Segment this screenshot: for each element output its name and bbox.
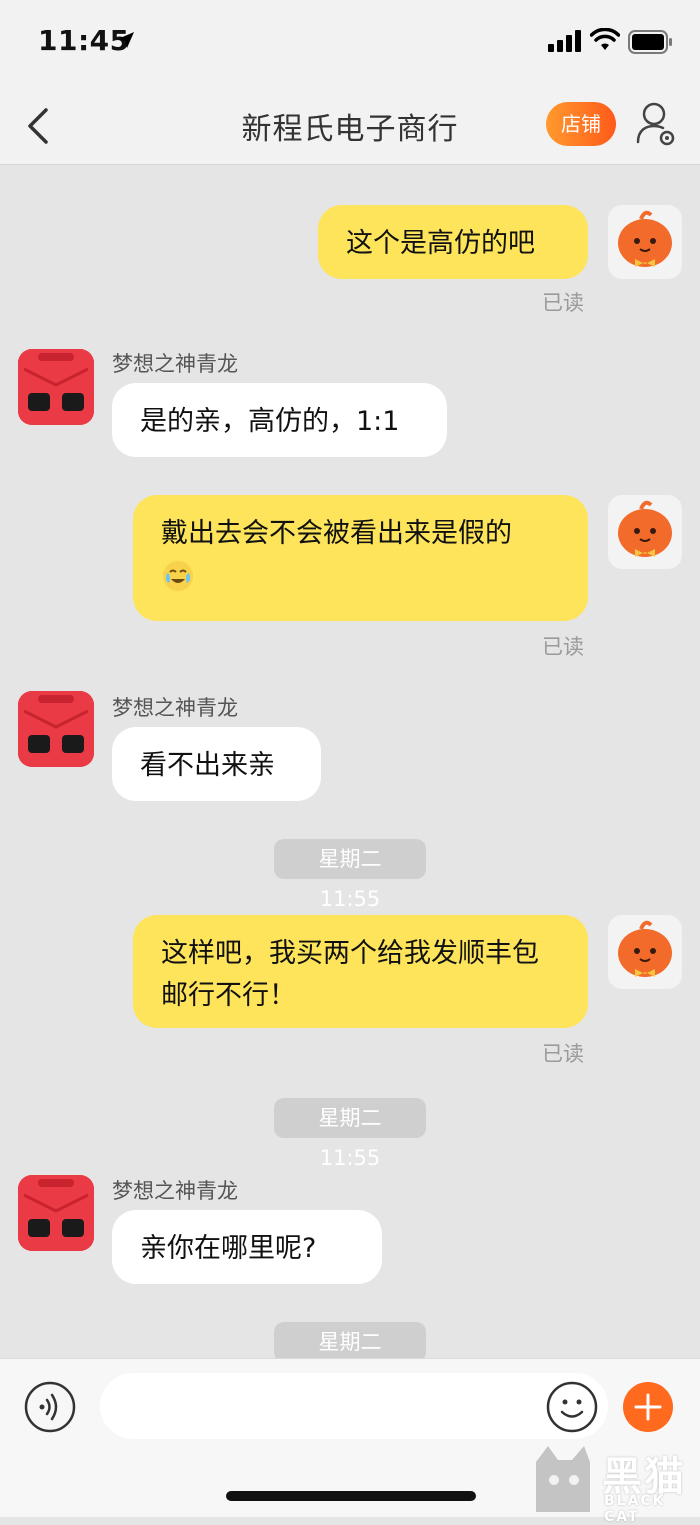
home-indicator — [226, 1491, 476, 1501]
product-avatar-icon — [18, 1175, 94, 1251]
mascot-avatar-icon — [618, 920, 672, 977]
crying-laughing-emoji-icon — [163, 561, 193, 591]
back-button[interactable] — [22, 104, 52, 148]
location-arrow-icon — [118, 32, 134, 48]
my-avatar[interactable] — [608, 205, 682, 279]
nav-bar: 新程氏电子商行 店铺 — [0, 88, 700, 165]
user-settings-icon[interactable] — [634, 100, 678, 148]
chat-area[interactable]: 这个是高仿的吧 已读 梦想之神青龙 是的亲，高仿的，1:1 戴出去会不会被看出来… — [0, 165, 700, 1358]
battery-icon — [628, 30, 672, 54]
message-text: 看不出来亲 — [140, 750, 275, 781]
wifi-icon — [590, 28, 620, 50]
seller-avatar[interactable] — [18, 349, 94, 425]
page-title: 新程氏电子商行 — [241, 112, 459, 147]
message-bubble-theirs[interactable]: 看不出来亲 — [112, 727, 321, 801]
message-text: 戴出去会不会被看出来是假的 — [161, 518, 512, 549]
my-avatar[interactable] — [608, 915, 682, 989]
read-status: 已读 — [542, 291, 584, 315]
read-status: 已读 — [542, 635, 584, 659]
product-avatar-icon — [18, 349, 94, 425]
read-status: 已读 — [542, 1042, 584, 1066]
timestamp-pill: 星期二 11:55 — [274, 1322, 426, 1358]
seller-avatar[interactable] — [18, 1175, 94, 1251]
plus-icon[interactable] — [622, 1381, 674, 1433]
seller-avatar[interactable] — [18, 691, 94, 767]
store-button[interactable]: 店铺 — [546, 102, 616, 146]
message-text: 是的亲，高仿的，1:1 — [140, 406, 400, 437]
my-avatar[interactable] — [608, 495, 682, 569]
smiley-icon[interactable] — [546, 1381, 598, 1433]
message-text: 亲你在哪里呢? — [140, 1233, 317, 1264]
message-bubble-mine[interactable]: 戴出去会不会被看出来是假的 — [133, 495, 588, 621]
watermark-text-en: BLACK CAT — [604, 1493, 666, 1525]
sender-name: 梦想之神青龙 — [112, 352, 238, 376]
timestamp-pill: 星期二 11:55 — [274, 1098, 426, 1170]
sender-name: 梦想之神青龙 — [112, 1179, 238, 1203]
message-input[interactable] — [100, 1373, 608, 1439]
message-text: 这个是高仿的吧 — [346, 228, 535, 259]
message-bubble-theirs[interactable]: 亲你在哪里呢? — [112, 1210, 382, 1284]
message-text: 这样吧，我买两个给我发顺丰包邮行不行！ — [161, 938, 539, 1011]
sender-name: 梦想之神青龙 — [112, 696, 238, 720]
message-bubble-mine[interactable]: 这样吧，我买两个给我发顺丰包邮行不行！ — [133, 915, 588, 1028]
voice-icon[interactable] — [24, 1381, 76, 1433]
message-bubble-mine[interactable]: 这个是高仿的吧 — [318, 205, 588, 279]
timestamp-pill: 星期二 11:55 — [274, 839, 426, 911]
product-avatar-icon — [18, 691, 94, 767]
mascot-avatar-icon — [618, 210, 672, 267]
status-bar: 11:45 — [0, 0, 700, 88]
mascot-avatar-icon — [618, 500, 672, 557]
signal-icon — [548, 30, 581, 52]
message-bubble-theirs[interactable]: 是的亲，高仿的，1:1 — [112, 383, 447, 457]
